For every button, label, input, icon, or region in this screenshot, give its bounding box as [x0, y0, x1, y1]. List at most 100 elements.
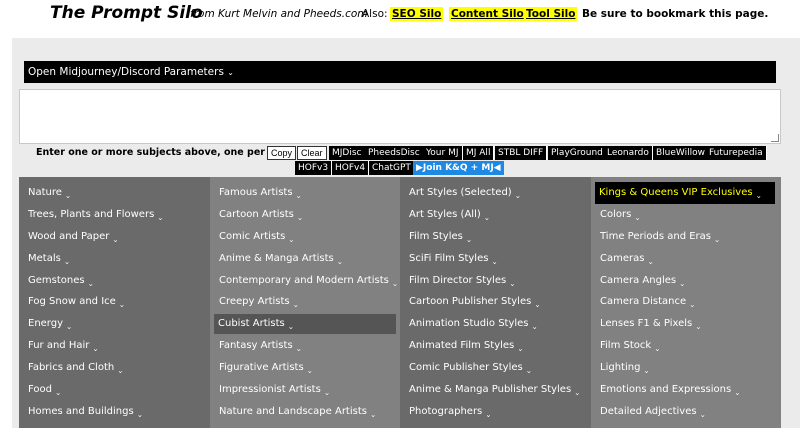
menu-item-label: Figurative Artists [219, 362, 304, 373]
menu-item-camera-distance[interactable]: Camera Distance ⌄ [591, 292, 781, 312]
menu-item-energy[interactable]: Energy ⌄ [19, 314, 210, 334]
menu-item-camera-angles[interactable]: Camera Angles ⌄ [591, 271, 781, 291]
menu-item-label: Wood and Paper [28, 231, 110, 242]
menu-item-cameras[interactable]: Cameras ⌄ [591, 249, 781, 269]
chevron-down-icon: ⌄ [64, 191, 72, 200]
copy-button[interactable]: Copy [267, 146, 297, 160]
menu-item-label: Energy [28, 318, 64, 329]
menu-item-photographers[interactable]: Photographers ⌄ [400, 402, 591, 422]
menu-item-fabrics-and-cloth[interactable]: Fabrics and Cloth ⌄ [19, 358, 210, 378]
tool-button-your-mj[interactable]: Your MJ [423, 146, 463, 160]
chevron-down-icon: ⌄ [654, 344, 661, 353]
menu-item-label: SciFi Film Styles [409, 253, 489, 264]
menu-item-lenses-f1-pixels[interactable]: Lenses F1 & Pixels ⌄ [591, 314, 781, 334]
menu-item-detailed-adjectives[interactable]: Detailed Adjectives ⌄ [591, 402, 781, 422]
menu-item-film-stock[interactable]: Film Stock ⌄ [591, 336, 781, 356]
chevron-down-icon: ⌄ [66, 322, 73, 331]
menu-item-label: Film Stock [600, 340, 652, 351]
tool-button-hofv3[interactable]: HOFv3 [295, 161, 333, 175]
menu-item-label: Fog Snow and Ice [28, 296, 116, 307]
instructions-label: Enter one or more subjects above, one pe… [36, 147, 292, 158]
menu-item-art-styles-all[interactable]: Art Styles (All) ⌄ [400, 205, 591, 225]
menu-item-label: Lighting [600, 362, 641, 373]
chevron-down-icon: ⌄ [292, 300, 299, 309]
tool-button-leonardo[interactable]: Leonardo [604, 146, 653, 160]
clear-button[interactable]: Clear [297, 146, 327, 160]
content-silo-link[interactable]: Content Silo [449, 7, 526, 21]
menu-item-label: Creepy Artists [219, 296, 290, 307]
menu-item-cartoon-publisher-styles[interactable]: Cartoon Publisher Styles ⌄ [400, 292, 591, 312]
tool-button-playground[interactable]: PlayGround [548, 146, 607, 160]
menu-item-label: Camera Distance [600, 296, 687, 307]
menu-item-scifi-film-styles[interactable]: SciFi Film Styles ⌄ [400, 249, 591, 269]
menu-column-3: Art Styles (Selected) ⌄ Art Styles (All) ⌄ F… [400, 177, 591, 428]
chevron-down-icon: ⌄ [295, 344, 302, 353]
tool-button-stbl-diff[interactable]: STBL DIFF [495, 146, 548, 160]
menu-item-wood-and-paper[interactable]: Wood and Paper ⌄ [19, 227, 210, 247]
resize-grip-icon[interactable] [771, 134, 779, 142]
tool-button-hofv4[interactable]: HOFv4 [332, 161, 370, 175]
chevron-down-icon: ⌄ [634, 213, 641, 222]
tool-button-pheedsdisc[interactable]: PheedsDisc [365, 146, 424, 160]
tool-button-bluewillow[interactable]: BlueWillow [653, 146, 709, 160]
menu-item-label: Impressionist Artists [219, 384, 321, 395]
menu-item-emotions-and-expressions[interactable]: Emotions and Expressions ⌄ [591, 380, 781, 400]
chevron-down-icon: ⌄ [534, 300, 541, 309]
menu-item-label: Detailed Adjectives [600, 406, 697, 417]
menu-item-gemstones[interactable]: Gemstones ⌄ [19, 271, 210, 291]
join-kq-mj-button[interactable]: ▶Join K&Q + MJ◀ [413, 161, 504, 175]
menu-item-label: Cameras [600, 253, 645, 264]
menu-item-label: Film Styles [409, 231, 463, 242]
menu-item-animated-film-styles[interactable]: Animated Film Styles ⌄ [400, 336, 591, 356]
menu-item-label: Art Styles (Selected) [409, 187, 512, 198]
menu-item-famous-artists[interactable]: Famous Artists ⌄ [210, 183, 400, 203]
tool-button-chatgpt[interactable]: ChatGPT [369, 161, 415, 175]
menu-item-label: Nature and Landscape Artists [219, 406, 367, 417]
menu-item-lighting[interactable]: Lighting ⌄ [591, 358, 781, 378]
menu-item-animation-studio-styles[interactable]: Animation Studio Styles ⌄ [400, 314, 591, 334]
menu-item-comic-artists[interactable]: Comic Artists ⌄ [210, 227, 400, 247]
menu-item-contemporary-and-modern-artists[interactable]: Contemporary and Modern Artists ⌄ [210, 271, 400, 291]
menu-item-homes-and-buildings[interactable]: Homes and Buildings ⌄ [19, 402, 210, 422]
menu-item-metals[interactable]: Metals ⌄ [19, 249, 210, 269]
menu-item-nature[interactable]: Nature ⌄ [19, 183, 210, 203]
seo-silo-link[interactable]: SEO Silo [390, 7, 444, 21]
menu-item-nature-and-landscape-artists[interactable]: Nature and Landscape Artists ⌄ [210, 402, 400, 422]
menu-item-fog-snow-and-ice[interactable]: Fog Snow and Ice ⌄ [19, 292, 210, 312]
menu-item-colors[interactable]: Colors ⌄ [591, 205, 781, 225]
menu-item-cartoon-artists[interactable]: Cartoon Artists ⌄ [210, 205, 400, 225]
chevron-down-icon: ⌄ [525, 366, 533, 375]
menu-item-film-director-styles[interactable]: Film Director Styles ⌄ [400, 271, 591, 291]
menu-item-food[interactable]: Food ⌄ [19, 380, 210, 400]
menu-item-trees-plants-and-flowers[interactable]: Trees, Plants and Flowers ⌄ [19, 205, 210, 225]
menu-item-fantasy-artists[interactable]: Fantasy Artists ⌄ [210, 336, 400, 356]
menu-item-film-styles[interactable]: Film Styles ⌄ [400, 227, 591, 247]
chevron-down-icon: ⌄ [336, 257, 344, 266]
menu-item-cubist-artists[interactable]: Cubist Artists ⌄ [214, 314, 396, 334]
vip-exclusives-item[interactable]: Kings & Queens VIP Exclusives ⌄ [595, 182, 775, 204]
menu-item-anime-manga-publisher-styles[interactable]: Anime & Manga Publisher Styles ⌄ [400, 380, 591, 400]
tool-silo-link[interactable]: Tool Silo [524, 7, 578, 21]
bookmark-notice: Be sure to bookmark this page. [582, 8, 769, 20]
tool-button-mj-all[interactable]: MJ All [463, 146, 495, 160]
menu-item-fur-and-hair[interactable]: Fur and Hair ⌄ [19, 336, 210, 356]
menu-column-2: Famous Artists ⌄ Cartoon Artists ⌄ Comic Art… [210, 177, 400, 428]
vip-label: Kings & Queens VIP Exclusives [599, 187, 753, 198]
menu-item-figurative-artists[interactable]: Figurative Artists ⌄ [210, 358, 400, 378]
menu-item-creepy-artists[interactable]: Creepy Artists ⌄ [210, 292, 400, 312]
menu-item-time-periods-and-eras[interactable]: Time Periods and Eras ⌄ [591, 227, 781, 247]
menu-item-label: Fabrics and Cloth [28, 362, 115, 373]
menu-item-comic-publisher-styles[interactable]: Comic Publisher Styles ⌄ [400, 358, 591, 378]
menu-item-art-styles-selected[interactable]: Art Styles (Selected) ⌄ [400, 183, 591, 203]
menu-item-label: Comic Publisher Styles [409, 362, 523, 373]
menu-item-label: Fantasy Artists [219, 340, 293, 351]
menu-item-impressionist-artists[interactable]: Impressionist Artists ⌄ [210, 380, 400, 400]
tool-button-mjdisc[interactable]: MJDisc [329, 146, 366, 160]
chevron-down-icon: ⌄ [531, 322, 538, 331]
menu-item-anime-manga-artists[interactable]: Anime & Manga Artists ⌄ [210, 249, 400, 269]
chevron-down-icon: ⌄ [295, 191, 302, 200]
tool-button-futurepedia[interactable]: Futurepedia [706, 146, 767, 160]
subjects-input[interactable] [19, 89, 781, 144]
chevron-down-icon: ⌄ [491, 257, 498, 266]
params-toggle[interactable]: Open Midjourney/Discord Parameters ⌄ [24, 61, 776, 83]
